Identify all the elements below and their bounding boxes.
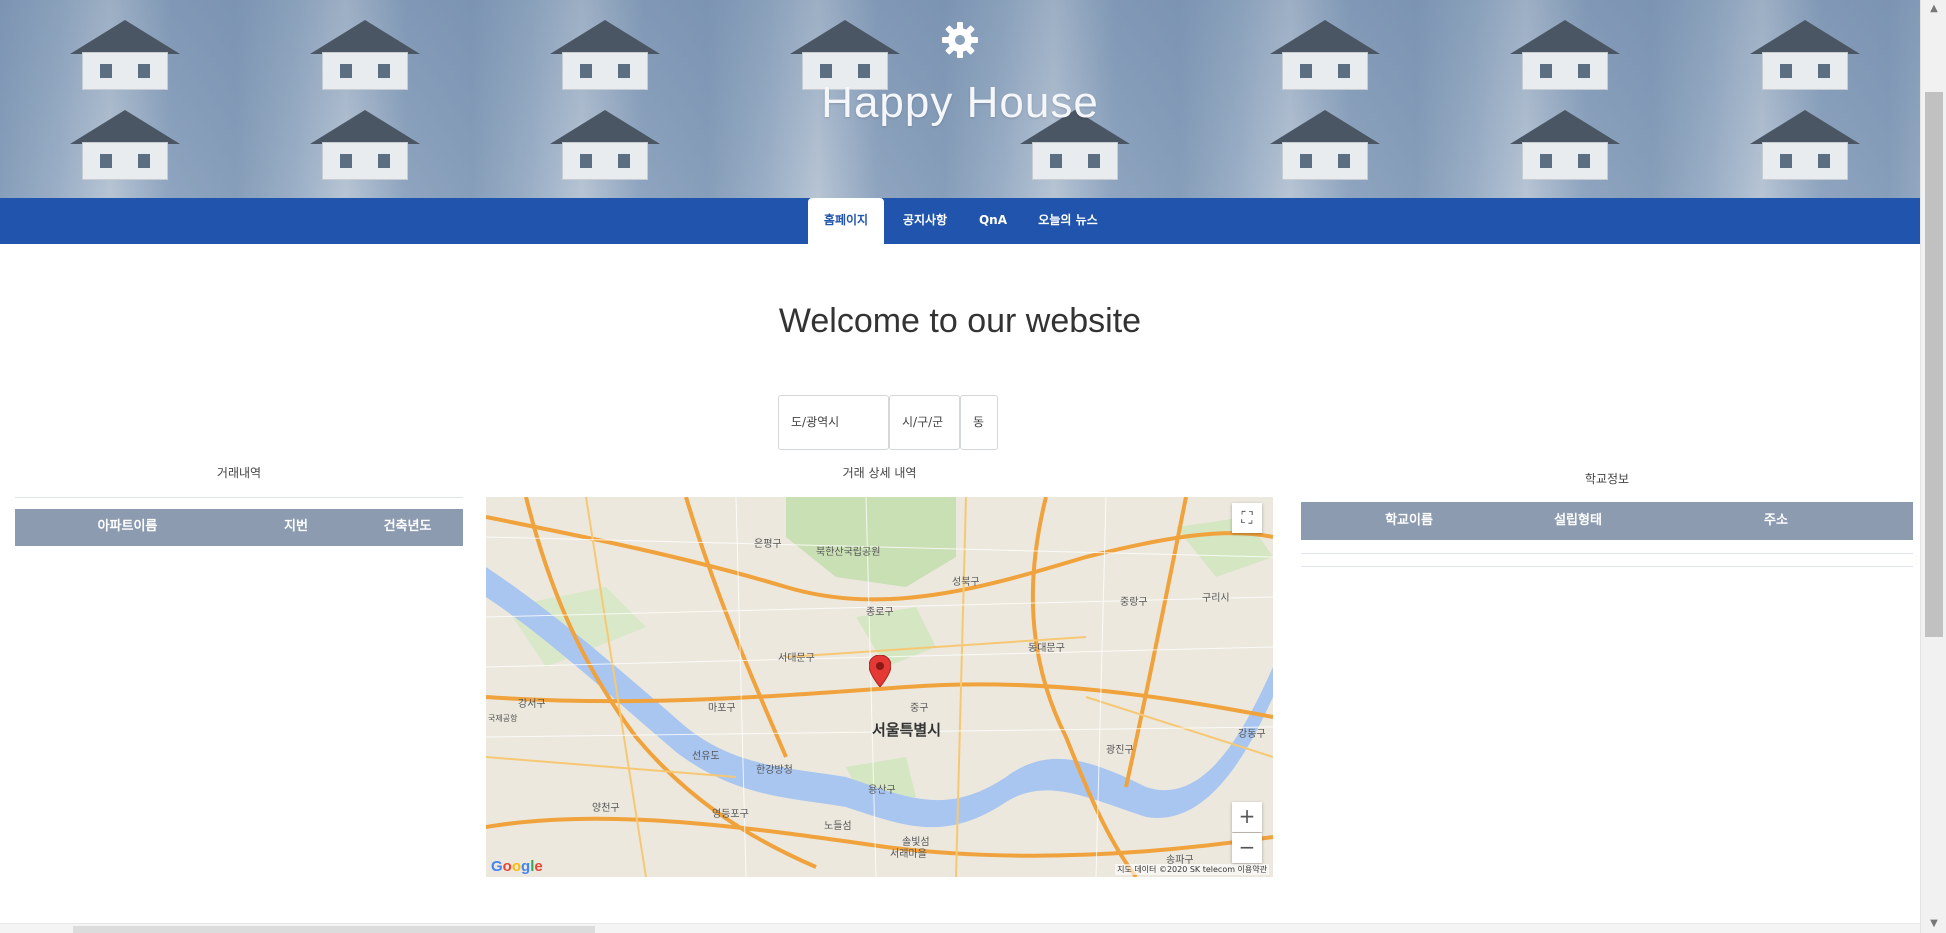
nav-notice[interactable]: 공지사항	[892, 198, 958, 244]
dong-select[interactable]: 동	[960, 395, 998, 450]
map-label: 국제공항	[488, 714, 518, 723]
detail-heading: 거래 상세 내역	[842, 466, 917, 480]
city-select[interactable]: 시/구/군	[889, 395, 960, 450]
header-banner: Happy House	[0, 0, 1920, 198]
nav-bar: 홈페이지 공지사항 QnA 오늘의 뉴스	[0, 198, 1920, 244]
column-school-type: 설립형태	[1554, 513, 1602, 528]
column-school-address: 주소	[1764, 513, 1788, 528]
map-label: 동대문구	[1028, 643, 1065, 654]
site-title: Happy House	[821, 78, 1099, 127]
map-label: 용산구	[868, 785, 896, 796]
map-label: 솔빛섬	[902, 837, 930, 848]
nav-news[interactable]: 오늘의 뉴스	[1030, 198, 1106, 244]
deals-heading: 거래내역	[216, 466, 262, 480]
map-label: 성북구	[952, 577, 980, 588]
map-label: 서대문구	[778, 653, 815, 664]
map-attribution[interactable]: 지도 데이터 ©2020 SK telecom 이용약관	[1115, 864, 1269, 875]
zoom-out-button[interactable]: −	[1232, 833, 1262, 863]
map-label: 종로구	[866, 607, 894, 618]
map-label: 은평구	[754, 539, 782, 550]
zoom-in-button[interactable]: +	[1232, 802, 1262, 832]
divider	[1301, 553, 1913, 554]
scrollbar-thumb[interactable]	[73, 926, 595, 933]
column-school-name: 학교이름	[1385, 513, 1433, 528]
map-label: 양천구	[592, 803, 620, 814]
map-label: 구리시	[1202, 593, 1230, 604]
welcome-heading: Welcome to our website	[778, 302, 1142, 340]
scrollbar-thumb[interactable]	[1925, 92, 1943, 637]
map-label: 선유도	[692, 751, 720, 762]
map-marker-icon[interactable]	[869, 655, 891, 687]
map-city-label: 서울특별시	[872, 721, 942, 739]
fullscreen-icon[interactable]: ⛶	[1232, 503, 1262, 533]
schools-heading: 학교정보	[1584, 472, 1630, 486]
vertical-scrollbar[interactable]: ▲ ▼	[1920, 0, 1946, 933]
deals-table-header: 아파트이름 지번 건축년도	[15, 509, 463, 546]
nav-home[interactable]: 홈페이지	[808, 198, 884, 244]
schools-table-header: 학교이름 설립형태 주소	[1301, 502, 1913, 540]
map-label: 광진구	[1106, 745, 1134, 756]
map-label: 영등포구	[712, 809, 749, 820]
divider	[1301, 566, 1913, 567]
nav-qna[interactable]: QnA	[970, 198, 1016, 244]
map-label: 마포구	[708, 703, 736, 714]
scroll-up-icon[interactable]: ▲	[1921, 0, 1946, 18]
scroll-down-icon[interactable]: ▼	[1921, 915, 1946, 933]
map-label: 중구	[910, 703, 929, 714]
gear-icon	[940, 20, 980, 60]
divider	[15, 497, 463, 498]
map-label: 노들섬	[824, 821, 852, 832]
map-label: 북한산국립공원	[816, 547, 881, 558]
map-label: 한강방청	[756, 765, 793, 776]
map[interactable]: 은평구 북한산국립공원 성북구 종로구 중랑구 구리시 서대문구 동대문구 중구…	[486, 497, 1273, 877]
horizontal-scrollbar[interactable]	[0, 923, 1920, 933]
column-lot: 지번	[284, 519, 308, 534]
column-apartment: 아파트이름	[97, 519, 158, 534]
column-year: 건축년도	[383, 519, 432, 534]
map-label: 강동구	[1238, 729, 1266, 740]
map-label: 중랑구	[1120, 597, 1148, 608]
google-logo: Google	[491, 858, 543, 875]
map-label: 강서구	[518, 699, 546, 710]
province-select[interactable]: 도/광역시	[778, 395, 889, 450]
